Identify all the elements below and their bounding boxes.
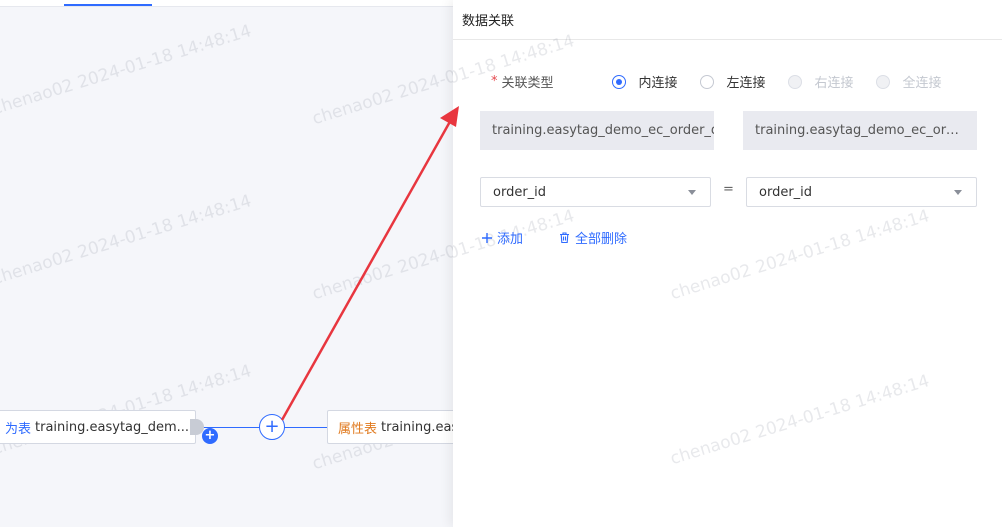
radio-icon [699, 74, 714, 89]
radio-inner-join[interactable]: 内连接 [611, 72, 678, 91]
watermark: chenao02 2024-01-18 14:48:14 [0, 191, 254, 290]
canvas-node-behavior-table[interactable]: 为表 training.easytag_dem... [0, 410, 196, 444]
radio-disabled-icon [787, 74, 802, 89]
join-type-label: 关联类型 [501, 76, 554, 91]
left-table-name: training.easytag_demo_ec_order_d [480, 111, 714, 150]
watermark: chenao02 2024-01-18 14:48:14 [453, 206, 577, 304]
radio-checked-icon [611, 74, 626, 89]
caret-down-icon [954, 190, 962, 195]
add-condition-button[interactable]: 添加 [481, 228, 523, 247]
plus-icon [481, 232, 493, 244]
join-type-row: * 关联类型 内连接 左连接 右连接 全连接 [491, 72, 964, 91]
right-table-name: training.easytag_demo_ec_order... [743, 111, 977, 150]
node-kind-label: 属性表 [338, 421, 378, 437]
join-config-button[interactable]: + [259, 414, 285, 440]
join-operator: = [723, 182, 734, 197]
left-field-select[interactable]: order_id [480, 177, 711, 207]
node-table-name: training.easytag_dem... [35, 419, 190, 435]
radio-full-join: 全连接 [875, 72, 942, 91]
watermark: chenao02 2024-01-18 14:48:14 [668, 371, 932, 470]
node-kind-label: 为表 [5, 421, 32, 437]
watermark: chenao02 2024-01-18 14:48:14 [668, 206, 932, 305]
caret-down-icon [688, 190, 696, 195]
canvas-node-attribute-table[interactable]: 属性表 training.easytag_demo_ec [327, 410, 467, 444]
radio-disabled-icon [875, 74, 890, 89]
right-field-select[interactable]: order_id [746, 177, 977, 207]
active-tab-indicator [64, 4, 152, 6]
data-join-drawer: chenao02 2024-01-18 14:48:14 chenao02 20… [453, 0, 1002, 527]
drawer-title: 数据关联 [453, 0, 1002, 40]
radio-right-join: 右连接 [787, 72, 854, 91]
radio-left-join[interactable]: 左连接 [699, 72, 766, 91]
watermark: chenao02 2024-01-18 14:48:14 [0, 21, 254, 120]
trash-icon [558, 231, 571, 244]
delete-all-button[interactable]: 全部删除 [558, 228, 627, 247]
required-mark: * [491, 74, 498, 89]
add-node-icon[interactable]: + [202, 428, 218, 444]
